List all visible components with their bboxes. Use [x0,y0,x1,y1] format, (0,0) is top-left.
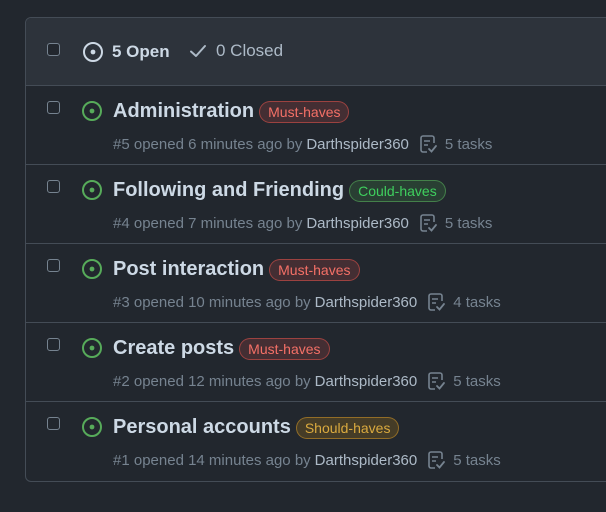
issue-label[interactable]: Must-haves [259,100,350,123]
checklist-icon [419,134,439,154]
issue-meta: #1 opened 14 minutes ago by Darthspider3… [113,450,501,470]
checklist-icon [427,292,447,312]
issue-row[interactable]: Create posts Must-haves #2 opened 12 min… [26,323,606,402]
checklist-icon [419,213,439,233]
task-count: 5 tasks [453,372,501,390]
task-progress[interactable]: 5 tasks [419,213,493,233]
task-progress[interactable]: 4 tasks [427,292,501,312]
issue-checkbox[interactable] [47,259,60,272]
issue-checkbox[interactable] [47,417,60,430]
issue-number: #5 [113,135,130,153]
issue-title[interactable]: Following and Friending [113,179,344,202]
issue-author-link[interactable]: Darthspider360 [315,373,418,390]
task-count: 5 tasks [444,214,493,232]
issue-checkbox[interactable] [47,180,60,193]
check-icon [188,41,208,61]
issue-opened-text: opened 6 minutes ago by [133,135,303,153]
issue-opened-text: opened 14 minutes ago by [133,451,311,469]
issue-number: #2 [113,372,130,390]
issue-opened-text: opened 7 minutes ago by [133,214,303,232]
issue-number: #1 [113,451,130,469]
issue-checkbox[interactable] [47,338,60,351]
issue-title[interactable]: Post interaction [113,258,264,281]
issue-author-link[interactable]: Darthspider360 [315,294,418,311]
open-issues-filter[interactable]: 5 Open [82,41,170,63]
issue-opened-icon [81,100,103,127]
closed-issues-filter[interactable]: 0 Closed [188,41,283,61]
open-count-label: 5 Open [112,42,170,61]
task-progress[interactable]: 5 tasks [427,371,501,391]
issue-meta: #2 opened 12 minutes ago by Darthspider3… [113,371,501,391]
checklist-icon [427,371,447,391]
issue-number: #3 [113,293,130,311]
task-progress[interactable]: 5 tasks [427,450,501,470]
issue-title[interactable]: Personal accounts [113,416,291,439]
task-count: 5 tasks [444,135,493,153]
issue-row[interactable]: Post interaction Must-haves #3 opened 10… [26,244,606,323]
issue-title[interactable]: Administration [113,100,254,123]
issue-checkbox[interactable] [47,101,60,114]
issue-row[interactable]: Personal accounts Should-haves #1 opened… [26,402,606,480]
task-progress[interactable]: 5 tasks [419,134,493,154]
checklist-icon [427,450,447,470]
select-all-checkbox[interactable] [47,43,60,56]
issue-author-link[interactable]: Darthspider360 [315,452,418,469]
issue-author-link[interactable]: Darthspider360 [306,136,409,153]
task-count: 4 tasks [453,293,501,311]
issue-opened-icon [81,337,103,364]
issue-meta: #5 opened 6 minutes ago by Darthspider36… [113,134,492,154]
issue-opened-icon [81,258,103,285]
task-count: 5 tasks [453,451,501,469]
issue-label[interactable]: Must-haves [239,337,330,360]
issue-number: #4 [113,214,130,232]
issue-label[interactable]: Could-haves [349,179,446,202]
issue-opened-icon [81,179,103,206]
issue-opened-icon [81,416,103,443]
issue-label[interactable]: Must-haves [269,258,360,281]
issue-opened-text: opened 10 minutes ago by [133,293,311,311]
issue-row[interactable]: Administration Must-haves #5 opened 6 mi… [26,86,606,165]
issues-list-header: 5 Open 0 Closed [26,18,606,86]
issue-open-icon [82,41,104,63]
issue-opened-text: opened 12 minutes ago by [133,372,311,390]
issue-meta: #4 opened 7 minutes ago by Darthspider36… [113,213,492,233]
issues-list-panel: 5 Open 0 Closed Administration Must-have… [25,17,606,482]
issue-title[interactable]: Create posts [113,337,234,360]
issue-author-link[interactable]: Darthspider360 [306,215,409,232]
issue-row[interactable]: Following and Friending Could-haves #4 o… [26,165,606,244]
issue-label[interactable]: Should-haves [295,416,400,439]
issue-meta: #3 opened 10 minutes ago by Darthspider3… [113,292,501,312]
closed-count-label: 0 Closed [216,41,284,60]
